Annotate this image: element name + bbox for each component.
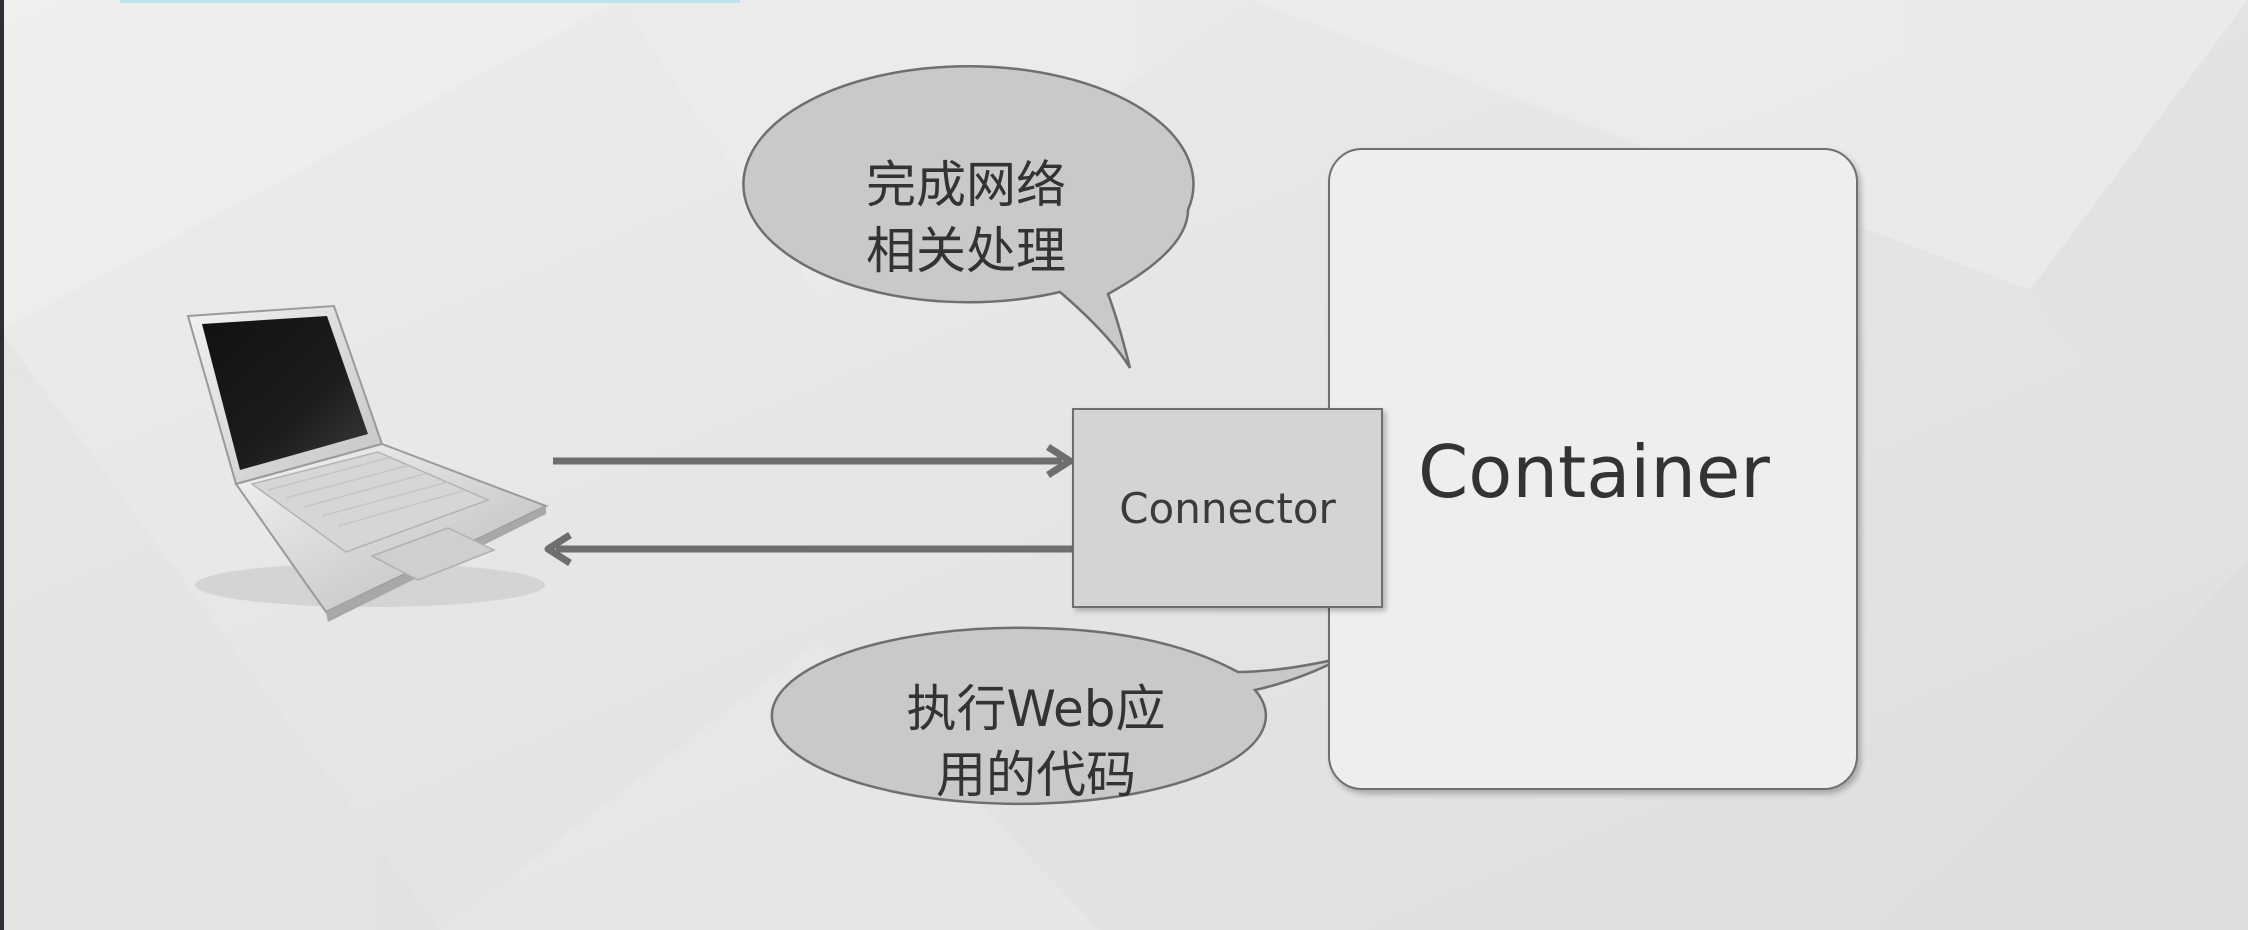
speech-bubble-bottom-line2: 用的代码 xyxy=(936,746,1136,804)
speech-bubble-bottom-line1: 执行Web应 xyxy=(906,680,1166,738)
connector-label: Connector xyxy=(1119,484,1336,533)
speech-bubble-top-line1: 完成网络 xyxy=(866,156,1066,214)
speech-bubble-bottom-text: 执行Web应 用的代码 xyxy=(778,676,1294,808)
container-label: Container xyxy=(1418,430,1770,514)
speech-bubble-top-line2: 相关处理 xyxy=(866,222,1066,280)
speech-bubble-top-text: 完成网络 相关处理 xyxy=(742,152,1190,284)
slide-canvas: Container Connector 完成网络 相关处理 执行Web应 用的代… xyxy=(0,0,2248,930)
left-edge xyxy=(0,0,4,930)
top-accent-line xyxy=(120,0,740,3)
